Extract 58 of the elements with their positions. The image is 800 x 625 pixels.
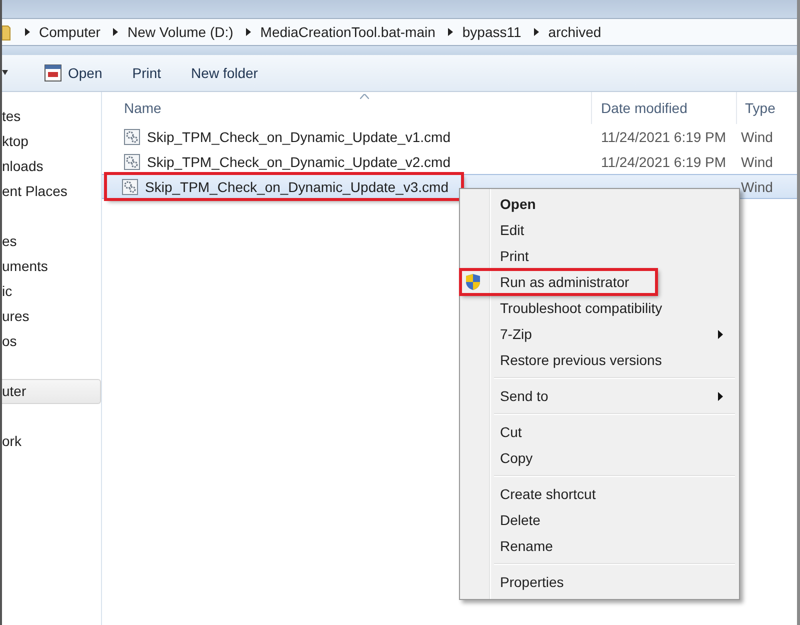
file-name-text: Skip_TPM_Check_on_Dynamic_Update_v2.cmd xyxy=(147,154,450,170)
chevron-icon[interactable] xyxy=(245,27,252,37)
file-name-text: Skip_TPM_Check_on_Dynamic_Update_v1.cmd xyxy=(147,128,450,144)
type-cell-text: Wind xyxy=(740,128,773,144)
menu-item[interactable]: Properties xyxy=(462,569,737,595)
menu-item[interactable]: Create shortcut xyxy=(462,481,737,507)
menu-item[interactable]: 7-Zip xyxy=(462,321,737,347)
breadcrumb[interactable]: MediaCreationTool.bat-main xyxy=(260,24,436,40)
chevron-icon[interactable] xyxy=(447,27,454,37)
chevron-icon[interactable] xyxy=(112,27,120,37)
menu-item[interactable]: Rename xyxy=(462,533,737,559)
nav-item[interactable]: uments xyxy=(2,254,101,279)
file-name-text: Skip_TPM_Check_on_Dynamic_Update_v3.cmd xyxy=(145,178,448,194)
file-row[interactable]: Skip_TPM_Check_on_Dynamic_Update_v1.cmd 11/24/2021 6:19 PM Wind xyxy=(102,124,797,149)
nav-item[interactable]: ent Places xyxy=(2,179,101,204)
menu-item[interactable]: Restore previous versions xyxy=(462,347,737,373)
caret-icon[interactable] xyxy=(2,70,8,76)
toolbar-button[interactable]: Print xyxy=(126,61,168,85)
date-cell-text: 11/24/2021 6:19 PM xyxy=(600,128,728,144)
nav-item[interactable]: ic xyxy=(2,279,101,304)
nav-item[interactable]: uter xyxy=(2,379,101,404)
menu-item[interactable]: Edit xyxy=(462,217,737,243)
nav-item[interactable]: ures xyxy=(2,304,101,329)
nav-item[interactable]: nloads xyxy=(2,154,101,179)
file-row[interactable]: Skip_TPM_Check_on_Dynamic_Update_v2.cmd 11/24/2021 6:19 PM Wind xyxy=(102,149,797,174)
date-cell-text: 11/24/2021 6:19 PM xyxy=(600,154,728,170)
gear-file-icon xyxy=(124,154,140,170)
type-cell-text: Wind xyxy=(740,154,773,170)
menu-item[interactable]: Send to xyxy=(462,383,737,409)
program-window-icon xyxy=(44,64,62,82)
toolbar-button[interactable]: Open xyxy=(38,60,108,86)
type-cell-text: Wind xyxy=(740,178,773,194)
address-bar[interactable]: Computer New Volume (D:) MediaCreationTool.bat-main bypass11 archived xyxy=(2,18,797,46)
folder-icon xyxy=(2,23,12,41)
menu-item[interactable]: Print xyxy=(462,243,737,269)
shield-icon xyxy=(465,273,481,291)
breadcrumb[interactable]: archived xyxy=(548,24,602,40)
breadcrumb[interactable]: New Volume (D:) xyxy=(127,24,234,40)
column-header[interactable]: Date modified xyxy=(592,92,737,124)
nav-item[interactable]: os xyxy=(2,329,101,354)
chevron-icon[interactable] xyxy=(533,27,540,37)
menu-item[interactable]: Cut xyxy=(462,419,737,445)
column-header[interactable]: Type xyxy=(737,92,776,124)
gear-file-icon xyxy=(124,128,140,144)
menu-item[interactable]: Copy xyxy=(462,445,737,471)
breadcrumb[interactable]: bypass11 xyxy=(462,24,522,40)
gear-file-icon xyxy=(122,178,138,194)
chevron-icon[interactable] xyxy=(24,27,31,37)
nav-item[interactable]: ork xyxy=(2,429,101,454)
menu-item[interactable]: Troubleshoot compatibility xyxy=(462,295,737,321)
column-header[interactable]: Name xyxy=(102,92,592,124)
nav-item[interactable]: tes xyxy=(2,104,101,129)
breadcrumb[interactable]: Computer xyxy=(39,24,100,40)
menu-item[interactable]: Run as administrator xyxy=(460,269,657,295)
nav-item[interactable]: es xyxy=(2,229,101,254)
toolbar-button[interactable]: New folder xyxy=(185,61,264,85)
menu-item[interactable]: Delete xyxy=(462,507,737,533)
nav-item[interactable]: ktop xyxy=(2,129,101,154)
